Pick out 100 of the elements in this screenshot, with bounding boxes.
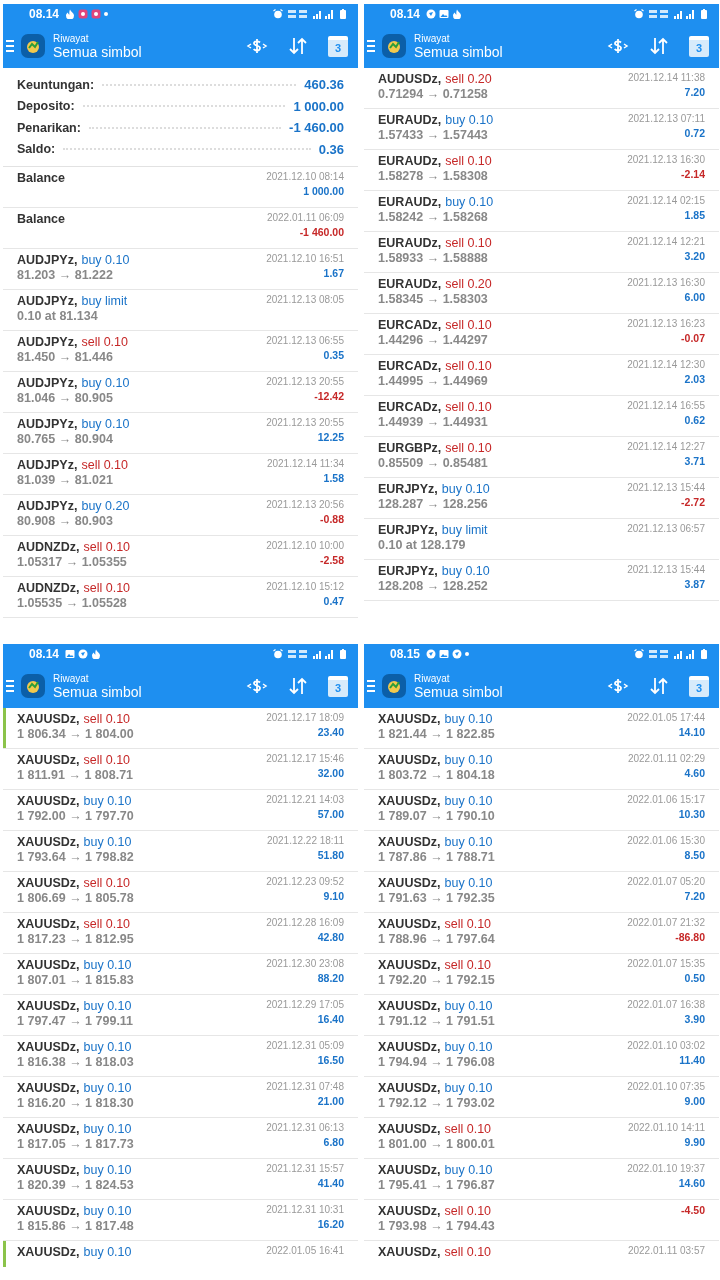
app-logo-icon: [382, 34, 406, 58]
order-type: buy 0.10: [83, 1204, 132, 1218]
order-type: buy 0.10: [83, 1245, 132, 1259]
menu-icon[interactable]: [6, 40, 14, 52]
order-type: buy 0.10: [444, 712, 493, 726]
symbol-name: XAUUSDz,: [17, 1163, 80, 1177]
order-type: sell 0.10: [445, 154, 492, 168]
battery-icon: [340, 9, 346, 19]
trade-time: 2022.01.10 14:11: [627, 1122, 705, 1133]
summary-label: Keuntungan:: [17, 77, 95, 92]
currency-exchange-icon[interactable]: [607, 677, 629, 695]
symbol-name: AUDJPYz,: [17, 335, 78, 349]
flame-icon: [452, 9, 463, 19]
calendar-button[interactable]: 3: [328, 35, 348, 57]
profit-value: 4.60: [684, 767, 705, 779]
trade-time: 2021.12.22 18:11: [266, 835, 344, 846]
price-text: 1 793.98 → 1 794.43: [378, 1219, 495, 1233]
price-text: 0.71294 → 0.71258: [378, 87, 489, 101]
profit-value: 8.50: [684, 849, 705, 861]
network-icon: [649, 9, 669, 19]
price-text: 81.203 → 81.222: [17, 268, 114, 282]
screen-subtitle: Riwayat: [414, 672, 451, 684]
trade-time: 2021.12.13 07:11: [627, 113, 705, 124]
profit-value: 16.50: [317, 1054, 344, 1066]
trade-time: 2021.12.14 16:55: [627, 400, 705, 411]
sort-icon[interactable]: [649, 37, 669, 55]
battery-icon: [701, 649, 707, 659]
trade-time: 2021.12.13 16:30: [627, 277, 705, 288]
symbol-filter[interactable]: Semua simbol: [53, 43, 246, 60]
profit-value: 21.00: [317, 1095, 344, 1107]
trade-time: 2021.12.30 23:08: [266, 958, 344, 969]
menu-icon[interactable]: [6, 680, 14, 692]
order-type: sell 0.10: [83, 540, 131, 554]
order-type: sell 0.10: [445, 441, 492, 455]
currency-exchange-icon[interactable]: [246, 37, 268, 55]
trade-time: 2021.12.13 15:44: [627, 564, 705, 575]
order-type: sell 0.10: [444, 1122, 492, 1136]
price-text: 1.58278 → 1.58308: [378, 169, 489, 183]
calendar-button[interactable]: 3: [689, 35, 709, 57]
signal-icon: [674, 9, 696, 19]
profit-value: 9.90: [684, 1136, 705, 1148]
profit-value: 6.80: [323, 1136, 344, 1148]
trade-time: 2021.12.13 15:44: [627, 482, 705, 493]
trade-time: 2021.12.14 12:27: [627, 441, 705, 452]
symbol-filter[interactable]: Semua simbol: [414, 683, 607, 700]
trade-time: 2021.12.21 14:03: [266, 794, 344, 805]
symbol-name: EURAUDz,: [378, 113, 442, 127]
profit-value: 3.71: [684, 455, 705, 467]
summary-label: Deposito:: [17, 99, 75, 114]
trade-time: 2022.01.07 05:20: [627, 876, 705, 887]
menu-icon[interactable]: [367, 40, 375, 52]
order-type: sell 0.10: [83, 753, 131, 767]
profit-value: 1 000.00: [303, 185, 344, 197]
profit-value: 42.80: [317, 931, 344, 943]
symbol-name: EURAUDz,: [378, 277, 442, 291]
symbol-name: EURAUDz,: [378, 154, 442, 168]
symbol-name: XAUUSDz,: [378, 876, 441, 890]
circle-icon: [426, 9, 437, 19]
sort-icon[interactable]: [288, 677, 308, 695]
trade-time: 2022.01.11 06:09: [266, 212, 344, 223]
order-type: sell 0.10: [445, 400, 492, 414]
trade-time: 2021.12.14 11:38: [627, 72, 705, 83]
trade-time: 2022.01.10 03:02: [627, 1040, 705, 1051]
profit-value: 12.25: [317, 431, 344, 443]
profit-value: 9.00: [684, 1095, 705, 1107]
signal-icon: [674, 649, 696, 659]
alarm-icon: [634, 9, 644, 19]
price-text: 1.05535 → 1.05528: [17, 596, 128, 610]
price-text: 1.58933 → 1.58888: [378, 251, 489, 265]
price-text: 1 792.20 → 1 792.15: [378, 973, 495, 987]
symbol-filter[interactable]: Semua simbol: [53, 683, 246, 700]
price-text: 0.10 at 81.134: [17, 309, 99, 323]
order-type: buy 0.10: [83, 794, 132, 808]
currency-exchange-icon[interactable]: [246, 677, 268, 695]
sort-icon[interactable]: [288, 37, 308, 55]
trade-time: 2021.12.31 05:09: [266, 1040, 344, 1051]
symbol-filter[interactable]: Semua simbol: [414, 43, 607, 60]
profit-value: 0.47: [323, 595, 344, 607]
symbol-name: AUDJPYz,: [17, 417, 78, 431]
menu-icon[interactable]: [367, 680, 375, 692]
status-time: 08.15: [390, 647, 421, 661]
order-type: buy 0.10: [83, 1163, 132, 1177]
trade-time: 2021.12.31 15:57: [266, 1163, 344, 1174]
trade-time: 2021.12.10 08:14: [266, 171, 344, 182]
profit-value: 41.40: [317, 1177, 344, 1189]
symbol-name: XAUUSDz,: [378, 1245, 441, 1259]
profit-value: 0.62: [684, 414, 705, 426]
currency-exchange-icon[interactable]: [607, 37, 629, 55]
price-text: 1 821.44 → 1 822.85: [378, 727, 495, 741]
symbol-name: XAUUSDz,: [378, 712, 441, 726]
trade-time: 2021.12.13 08:05: [266, 294, 344, 305]
order-type: sell 0.10: [83, 876, 131, 890]
order-type: sell 0.10: [444, 1204, 492, 1218]
app-badge-icon: [78, 9, 89, 19]
calendar-button[interactable]: 3: [689, 675, 709, 697]
profit-value: -86.80: [675, 931, 705, 943]
sort-icon[interactable]: [649, 677, 669, 695]
screen-subtitle: Riwayat: [53, 32, 90, 44]
calendar-button[interactable]: 3: [328, 675, 348, 697]
trade-time: 2021.12.23 09:52: [266, 876, 344, 887]
